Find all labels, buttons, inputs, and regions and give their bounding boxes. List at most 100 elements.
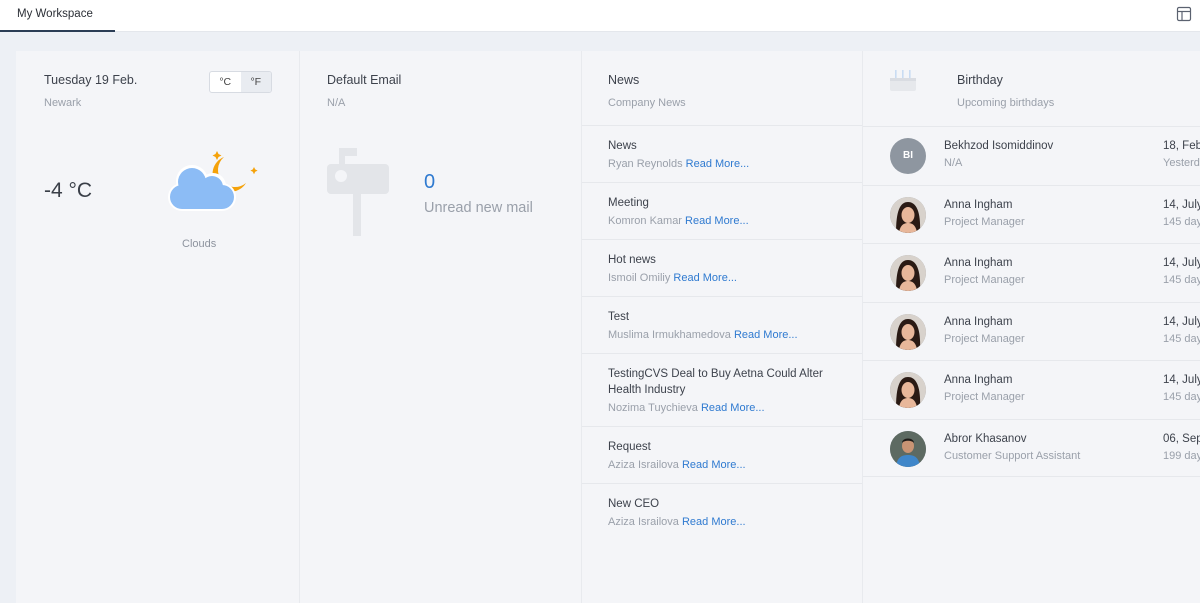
news-headline[interactable]: Hot news bbox=[608, 252, 842, 268]
person-role: Project Manager bbox=[944, 332, 1025, 345]
birthday-date: 14, July bbox=[1163, 198, 1200, 211]
temperature-unit-toggle: °C °F bbox=[209, 71, 272, 93]
days-until-birthday: 145 days bbox=[1163, 332, 1200, 345]
news-meta: Aziza Israilova Read More... bbox=[608, 516, 842, 528]
weather-temperature: -4 °C bbox=[44, 179, 93, 202]
person-photo-icon bbox=[890, 255, 926, 291]
email-account: N/A bbox=[327, 97, 346, 109]
birthday-item[interactable]: BI Bekhzod Isomiddinov N/A 18, Feb Yesterday bbox=[863, 126, 1200, 185]
avatar bbox=[890, 372, 926, 408]
birthday-widget-subtitle: Upcoming birthdays bbox=[957, 97, 1055, 109]
avatar: BI bbox=[890, 138, 926, 174]
mailbox-icon bbox=[327, 148, 389, 236]
news-headline[interactable]: TestingCVS Deal to Buy Aetna Could Alter… bbox=[608, 366, 842, 398]
person-name: Anna Ingham bbox=[944, 374, 1013, 386]
news-widget-title: News bbox=[608, 73, 640, 87]
person-name: Anna Ingham bbox=[944, 257, 1013, 269]
news-meta: Komron Kamar Read More... bbox=[608, 215, 842, 227]
news-item: Hot news Ismoil Omiliy Read More... bbox=[582, 239, 862, 296]
person-role: N/A bbox=[944, 157, 963, 169]
weather-city: Newark bbox=[44, 97, 82, 109]
person-role: Project Manager bbox=[944, 215, 1025, 228]
birthday-item[interactable]: Anna Ingham Project Manager 14, July 145 da… bbox=[863, 243, 1200, 302]
news-meta: Muslima Irmukhamedova Read More... bbox=[608, 329, 842, 341]
news-author: Muslima Irmukhamedova bbox=[608, 329, 731, 341]
layout-icon[interactable] bbox=[1176, 6, 1192, 22]
birthday-item[interactable]: Abror Khasanov Customer Support Assistant… bbox=[863, 418, 1200, 477]
birthday-list: BI Bekhzod Isomiddinov N/A 18, Feb Yesterday… bbox=[863, 126, 1200, 477]
birthday-date: 06, Sep bbox=[1163, 432, 1200, 445]
read-more-link[interactable]: Read More... bbox=[673, 272, 737, 284]
days-until-birthday: 145 days bbox=[1163, 274, 1200, 286]
news-item: News Ryan Reynolds Read More... bbox=[582, 125, 862, 182]
person-role: Project Manager bbox=[944, 274, 1025, 286]
news-widget-subtitle: Company News bbox=[608, 97, 686, 109]
top-tab-bar: My Workspace bbox=[0, 0, 1200, 32]
days-until-birthday: Yesterday bbox=[1163, 157, 1200, 169]
birthday-item[interactable]: Anna Ingham Project Manager 14, July 145 da… bbox=[863, 184, 1200, 244]
person-name: Anna Ingham bbox=[944, 198, 1013, 211]
birthday-item[interactable]: Anna Ingham Project Manager 14, July 145 da… bbox=[863, 301, 1200, 361]
news-item: Test Muslima Irmukhamedova Read More... bbox=[582, 296, 862, 353]
read-more-link[interactable]: Read More... bbox=[701, 402, 765, 414]
news-author: Ryan Reynolds bbox=[608, 158, 683, 170]
days-until-birthday: 145 days bbox=[1163, 391, 1200, 403]
days-until-birthday: 145 days bbox=[1163, 215, 1200, 228]
news-author: Nozima Tuychieva bbox=[608, 402, 698, 414]
news-item: New CEO Aziza Israilova Read More... bbox=[582, 483, 862, 540]
birthday-widget-title: Birthday bbox=[957, 73, 1003, 87]
news-item: Request Aziza Israilova Read More... bbox=[582, 426, 862, 483]
cake-icon bbox=[890, 70, 916, 91]
news-headline[interactable]: Meeting bbox=[608, 195, 842, 211]
news-item: TestingCVS Deal to Buy Aetna Could Alter… bbox=[582, 353, 862, 426]
person-name: Anna Ingham bbox=[944, 315, 1013, 328]
weather-condition: Clouds bbox=[182, 238, 217, 250]
birthday-date: 14, July bbox=[1163, 374, 1200, 386]
avatar-initials: BI bbox=[903, 150, 913, 161]
read-more-link[interactable]: Read More... bbox=[686, 158, 750, 170]
person-name: Bekhzod Isomiddinov bbox=[944, 140, 1054, 152]
unread-label: Unread new mail bbox=[424, 200, 533, 216]
weather-widget: Tuesday 19 Feb. Newark °C °F -4 °C Cloud… bbox=[16, 51, 299, 603]
news-meta: Ryan Reynolds Read More... bbox=[608, 158, 842, 170]
birthday-widget: Birthday Upcoming birthdays BI Bekhzod Is… bbox=[863, 51, 1200, 603]
weather-date: Tuesday 19 Feb. bbox=[44, 73, 138, 87]
news-item: Meeting Komron Kamar Read More... bbox=[582, 182, 862, 239]
person-role: Customer Support Assistant bbox=[944, 449, 1081, 462]
person-photo-icon bbox=[890, 430, 926, 467]
news-headline[interactable]: New CEO bbox=[608, 496, 842, 512]
news-headline[interactable]: News bbox=[608, 138, 842, 154]
email-widget: Default Email N/A 0 Unread new mail bbox=[300, 51, 581, 603]
news-list: News Ryan Reynolds Read More... Meeting Kom… bbox=[582, 125, 862, 540]
news-author: Aziza Israilova bbox=[608, 459, 679, 471]
news-author: Ismoil Omiliy bbox=[608, 272, 671, 284]
avatar bbox=[890, 255, 926, 291]
news-headline[interactable]: Test bbox=[608, 309, 842, 325]
fahrenheit-button[interactable]: °F bbox=[240, 72, 271, 92]
person-name: Abror Khasanov bbox=[944, 432, 1027, 445]
news-author: Komron Kamar bbox=[608, 215, 682, 227]
unread-count[interactable]: 0 bbox=[424, 171, 435, 194]
celsius-button[interactable]: °C bbox=[210, 72, 241, 92]
cloud-moon-icon bbox=[168, 151, 258, 211]
birthday-item[interactable]: Anna Ingham Project Manager 14, July 145 da… bbox=[863, 360, 1200, 419]
news-widget: News Company News News Ryan Reynolds Read… bbox=[582, 51, 862, 603]
person-photo-icon bbox=[890, 372, 926, 408]
read-more-link[interactable]: Read More... bbox=[685, 215, 749, 227]
birthday-date: 18, Feb bbox=[1163, 140, 1200, 152]
news-meta: Aziza Israilova Read More... bbox=[608, 459, 842, 471]
birthday-date: 14, July bbox=[1163, 315, 1200, 328]
read-more-link[interactable]: Read More... bbox=[682, 516, 746, 528]
read-more-link[interactable]: Read More... bbox=[734, 329, 798, 341]
news-meta: Ismoil Omiliy Read More... bbox=[608, 272, 842, 284]
news-meta: Nozima Tuychieva Read More... bbox=[608, 402, 842, 414]
days-until-birthday: 199 days bbox=[1163, 449, 1200, 462]
news-headline[interactable]: Request bbox=[608, 439, 842, 455]
email-widget-title: Default Email bbox=[327, 73, 402, 87]
read-more-link[interactable]: Read More... bbox=[682, 459, 746, 471]
person-photo-icon bbox=[890, 196, 926, 233]
birthday-date: 14, July bbox=[1163, 257, 1200, 269]
avatar bbox=[890, 430, 926, 467]
tab-my-workspace[interactable]: My Workspace bbox=[0, 0, 115, 32]
avatar bbox=[890, 313, 926, 350]
